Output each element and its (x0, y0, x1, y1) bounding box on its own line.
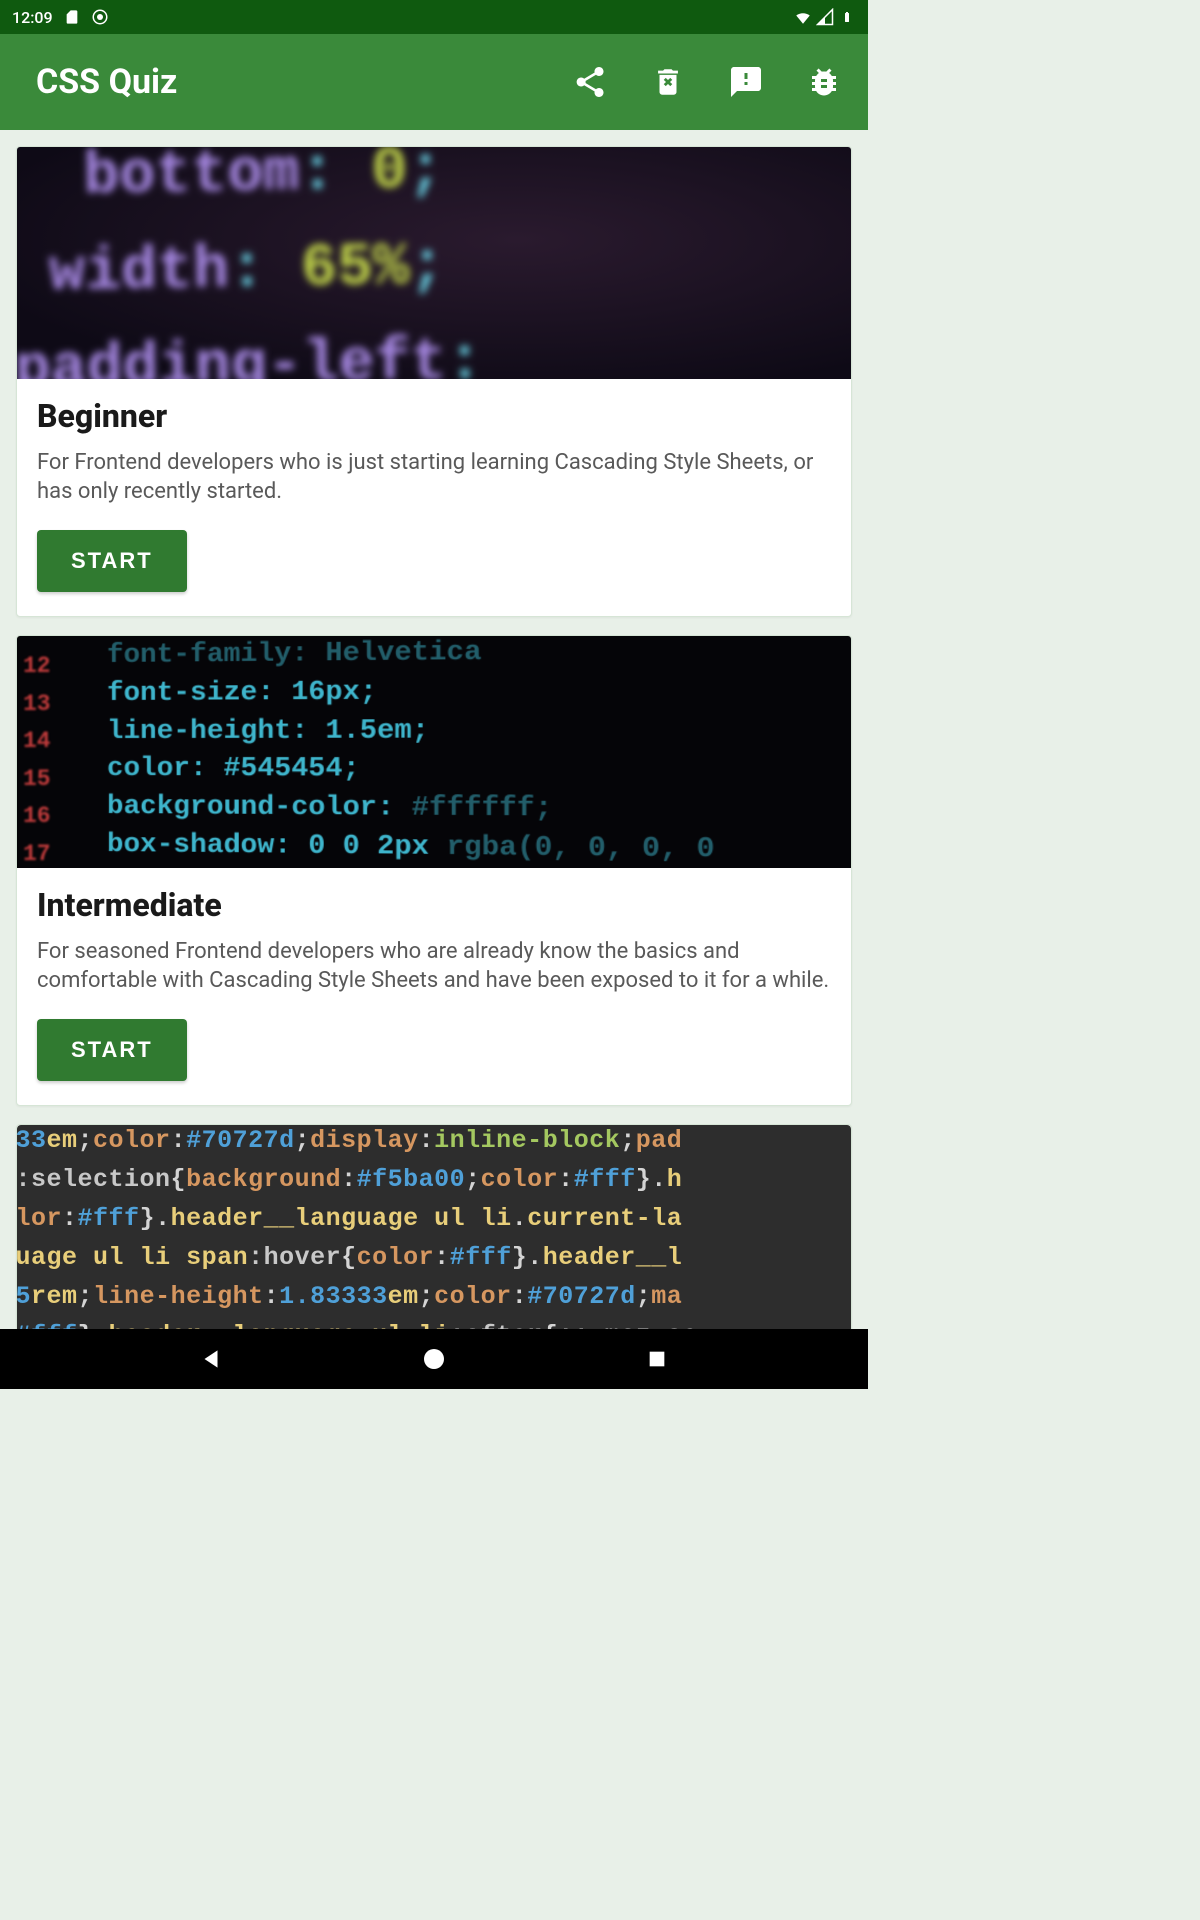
status-time: 12:09 (12, 8, 53, 27)
card-description: For seasoned Frontend developers who are… (37, 938, 831, 995)
card-body: Beginner For Frontend developers who is … (17, 379, 851, 616)
decorative-code: bottom: 0; width: 65%; padding-left: (17, 147, 484, 379)
dnd-icon (91, 8, 109, 26)
decorative-code: 83333em;color:#70727d;display:inline-blo… (17, 1125, 698, 1329)
card-title: Intermediate (37, 886, 831, 924)
card-body: Intermediate For seasoned Frontend devel… (17, 868, 851, 1105)
nav-recent-button[interactable] (643, 1345, 671, 1373)
quiz-card-beginner: bottom: 0; width: 65%; padding-left: Beg… (16, 146, 852, 617)
share-button[interactable] (570, 62, 610, 102)
card-image-advanced: 83333em;color:#70727d;display:inline-blo… (17, 1125, 851, 1329)
feedback-button[interactable] (726, 62, 766, 102)
card-image-intermediate: 12 13 14 15 16 17 font-family: Helvetica… (17, 636, 851, 868)
card-title: Beginner (37, 397, 831, 435)
status-right (794, 8, 856, 26)
start-intermediate-button[interactable]: START (37, 1019, 187, 1081)
battery-icon (838, 8, 856, 26)
nav-back-button[interactable] (197, 1345, 225, 1373)
quiz-card-intermediate: 12 13 14 15 16 17 font-family: Helvetica… (16, 635, 852, 1106)
system-nav-bar (0, 1329, 868, 1389)
sd-card-icon (63, 8, 81, 26)
delete-forever-button[interactable] (648, 62, 688, 102)
nav-home-button[interactable] (420, 1345, 448, 1373)
decorative-code: font-family: Helvetica font-size: 16px; … (107, 636, 715, 868)
decorative-lineno: 12 13 14 15 16 17 (23, 648, 51, 868)
content-scroll[interactable]: bottom: 0; width: 65%; padding-left: Beg… (0, 130, 868, 1329)
status-bar: 12:09 (0, 0, 868, 34)
app-title: CSS Quiz (36, 62, 177, 102)
app-actions (570, 62, 844, 102)
app-bar: CSS Quiz (0, 34, 868, 130)
quiz-card-advanced: 83333em;color:#70727d;display:inline-blo… (16, 1124, 852, 1329)
wifi-icon (794, 8, 812, 26)
signal-icon (816, 8, 834, 26)
card-description: For Frontend developers who is just star… (37, 449, 831, 506)
card-image-beginner: bottom: 0; width: 65%; padding-left: (17, 147, 851, 379)
bug-button[interactable] (804, 62, 844, 102)
start-beginner-button[interactable]: START (37, 530, 187, 592)
status-left: 12:09 (12, 8, 109, 27)
